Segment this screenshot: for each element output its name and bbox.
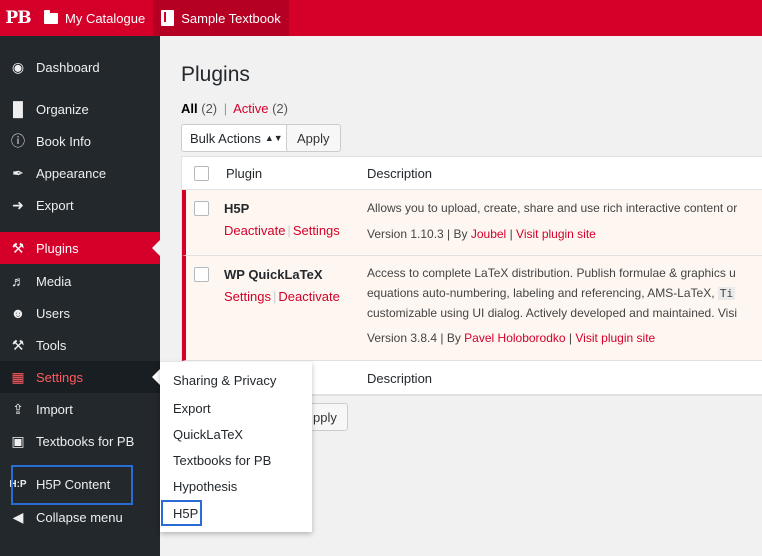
column-description-footer: Description xyxy=(367,371,433,386)
column-plugin: Plugin xyxy=(226,166,263,181)
submenu-item-hypothesis[interactable]: Hypothesis xyxy=(173,475,237,497)
settings-icon: ▦ xyxy=(11,368,25,385)
deactivate-link[interactable]: Deactivate xyxy=(224,223,285,238)
filter-all-count: (2) xyxy=(201,101,218,116)
sidebar-item-import[interactable]: ⇪ Import xyxy=(0,393,160,425)
sidebar-item-collapse-menu[interactable]: ◀ Collapse menu xyxy=(0,501,160,533)
dashboard-icon: ◉ xyxy=(11,58,25,75)
plugin-actions: Deactivate | Settings xyxy=(224,223,340,238)
filter-active-count: (2) xyxy=(272,101,288,116)
sidebar-item-label: Settings xyxy=(36,369,83,385)
settings-link[interactable]: Settings xyxy=(224,289,271,304)
plugin-name: H5P xyxy=(224,201,250,216)
filter-all[interactable]: All xyxy=(181,101,198,116)
my-catalogue-link[interactable]: My Catalogue xyxy=(36,0,153,36)
sidebar-item-settings[interactable]: ▦ Settings xyxy=(0,361,160,393)
book-icon xyxy=(161,10,175,26)
sidebar-item-textbooks-for-pb[interactable]: ▣ Textbooks for PB xyxy=(0,425,160,457)
plugin-description-line-3: customizable using UI dialog. Actively d… xyxy=(367,306,737,320)
bulk-actions-label: Bulk Actions xyxy=(190,130,261,146)
sidebar-item-users[interactable]: ☻ Users xyxy=(0,297,160,329)
folder-icon xyxy=(44,9,58,24)
sidebar-item-label: Media xyxy=(36,273,72,289)
sidebar-item-label: Users xyxy=(36,305,70,321)
plugin-filters: All (2) | Active (2) xyxy=(181,101,288,116)
column-description: Description xyxy=(367,166,433,181)
pressbooks-logo[interactable]: PB xyxy=(0,0,36,36)
book-icon: █ xyxy=(13,101,23,117)
my-catalogue-label: My Catalogue xyxy=(65,10,146,26)
export-icon: ➜ xyxy=(12,196,24,213)
textbooks-icon: ▣ xyxy=(11,432,25,449)
plugin-description-line-1: Access to complete LaTeX distribution. P… xyxy=(367,266,736,280)
admin-top-bar: PB My Catalogue Sample Textbook xyxy=(0,0,762,36)
sidebar-item-tools[interactable]: ⚒ Tools xyxy=(0,329,160,361)
plugin-site-link[interactable]: Visit plugin site xyxy=(516,227,596,241)
sidebar-item-label: Organize xyxy=(36,101,89,117)
plugin-site-link[interactable]: Visit plugin site xyxy=(575,331,655,345)
sample-textbook-label: Sample Textbook xyxy=(181,10,281,26)
sidebar-item-label: Appearance xyxy=(36,165,107,181)
bulk-actions-select[interactable]: Bulk Actions ▲▼ xyxy=(181,124,292,152)
sidebar-item-book-info[interactable]: ⓘ Book Info xyxy=(0,125,160,157)
plugin-checkbox[interactable] xyxy=(194,201,209,216)
admin-sidebar: ◉ Dashboard █ Organize ⓘ Book Info ✒ App… xyxy=(0,36,160,556)
table-header: Plugin Description xyxy=(182,157,762,190)
settings-link[interactable]: Settings xyxy=(293,223,340,238)
deactivate-link[interactable]: Deactivate xyxy=(278,289,339,304)
author-link[interactable]: Pavel Holoborodko xyxy=(464,331,565,345)
select-arrows-icon: ▲▼ xyxy=(264,133,283,143)
sidebar-item-label: Textbooks for PB xyxy=(36,433,135,449)
sidebar-item-media[interactable]: ♬ Media xyxy=(0,265,160,297)
sidebar-item-label: Collapse menu xyxy=(36,509,123,525)
paint-brush-icon: ✒ xyxy=(12,164,24,181)
plugin-version: Version 3.8.4 | By xyxy=(367,331,465,345)
sample-textbook-link[interactable]: Sample Textbook xyxy=(153,0,289,36)
tools-icon: ⚒ xyxy=(11,336,25,353)
plugin-version: Version 1.10.3 | By xyxy=(367,227,471,241)
page-title: Plugins xyxy=(181,63,250,86)
sidebar-item-plugins[interactable]: ⚒ Plugins xyxy=(0,232,160,264)
sidebar-item-label: Tools xyxy=(36,337,67,353)
plugin-actions: Settings | Deactivate xyxy=(224,289,340,304)
table-row-h5p: H5P Deactivate | Settings Allows you to up… xyxy=(182,190,762,256)
h5p-content-highlight xyxy=(11,465,133,505)
select-all-checkbox[interactable] xyxy=(194,166,209,181)
media-icon: ♬ xyxy=(11,273,25,289)
info-icon: ⓘ xyxy=(11,133,25,149)
import-icon: ⇪ xyxy=(12,400,24,417)
table-row-wp-quicklatex: WP QuickLaTeX Settings | Deactivate Access… xyxy=(182,256,762,361)
h5p-submenu-highlight xyxy=(161,500,202,526)
sidebar-item-label: Import xyxy=(36,401,73,417)
sidebar-item-label: Export xyxy=(36,197,74,213)
collapse-icon: ◀ xyxy=(12,508,24,525)
submenu-item-export[interactable]: Export xyxy=(173,397,211,419)
sidebar-item-organize[interactable]: █ Organize xyxy=(0,93,160,125)
plugin-description: Allows you to upload, create, share and … xyxy=(367,201,738,215)
description-text: equations auto-numbering, labeling and r… xyxy=(367,286,715,300)
plugins-table: Plugin Description H5P Deactivate | Settin… xyxy=(181,156,762,396)
plugin-description-line-2: equations auto-numbering, labeling and r… xyxy=(367,283,736,304)
sidebar-item-export[interactable]: ➜ Export xyxy=(0,189,160,221)
submenu-item-textbooks-for-pb[interactable]: Textbooks for PB xyxy=(173,449,271,471)
plugin-meta: Version 1.10.3 | By Joubel | Visit plugi… xyxy=(367,227,596,241)
plugin-checkbox[interactable] xyxy=(194,267,209,282)
sidebar-item-appearance[interactable]: ✒ Appearance xyxy=(0,157,160,189)
sidebar-item-dashboard[interactable]: ◉ Dashboard xyxy=(0,51,160,83)
author-link[interactable]: Joubel xyxy=(471,227,506,241)
description-code: Ti xyxy=(717,287,736,300)
plugin-meta: Version 3.8.4 | By Pavel Holoborodko | V… xyxy=(367,331,656,345)
users-icon: ☻ xyxy=(10,305,26,321)
submenu-item-sharing-privacy[interactable]: Sharing & Privacy xyxy=(173,369,276,391)
plugins-icon: ⚒ xyxy=(11,239,25,256)
sidebar-item-label: Plugins xyxy=(36,240,79,256)
apply-button[interactable]: Apply xyxy=(286,124,341,152)
submenu-item-quicklatex[interactable]: QuickLaTeX xyxy=(173,423,243,445)
plugin-name: WP QuickLaTeX xyxy=(224,267,323,282)
sidebar-item-label: Dashboard xyxy=(36,59,100,75)
filter-active[interactable]: Active xyxy=(233,101,268,116)
sidebar-item-label: Book Info xyxy=(36,133,91,149)
